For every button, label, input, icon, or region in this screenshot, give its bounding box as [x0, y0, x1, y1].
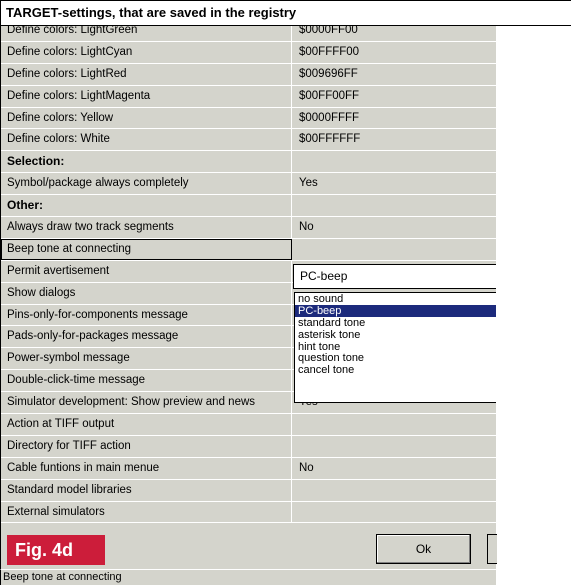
setting-name: Power-symbol message [1, 348, 292, 370]
setting-row[interactable]: Define colors: LightMagenta $00FF00FF [1, 85, 496, 108]
setting-value[interactable]: $009696FF [293, 64, 496, 85]
dropdown-option[interactable]: standard tone [295, 317, 496, 329]
setting-name: Other: [1, 195, 292, 217]
section-header-row: Other: [1, 195, 496, 218]
setting-row[interactable]: External simulators [1, 501, 496, 524]
setting-name: Always draw two track segments [1, 217, 292, 238]
setting-value[interactable]: $00FFFFFF [293, 129, 496, 150]
setting-value [293, 151, 496, 172]
setting-name: Directory for TIFF action [1, 435, 292, 457]
setting-row[interactable]: Define colors: LightCyan $00FFFF00 [1, 41, 496, 64]
setting-name: Define colors: White [1, 129, 292, 151]
setting-name: Define colors: Yellow [1, 107, 292, 129]
dialog-title: TARGET-settings, that are saved in the r… [0, 0, 571, 26]
setting-value[interactable]: $0000FF00 [293, 26, 496, 41]
setting-name: Define colors: LightGreen [1, 26, 292, 41]
setting-row[interactable]: Beep tone at connecting [1, 238, 496, 261]
setting-value[interactable]: $00FFFF00 [293, 42, 496, 63]
setting-name: Show dialogs [1, 282, 292, 304]
setting-name: Permit avertisement [1, 260, 292, 282]
setting-value[interactable]: $0000FFFF [293, 108, 496, 129]
setting-row[interactable]: Symbol/package always completely Yes [1, 173, 496, 196]
setting-row[interactable]: Directory for TIFF action [1, 435, 496, 458]
setting-name: Simulator development: Show preview and … [1, 392, 292, 414]
setting-row[interactable]: Cable funtions in main menue No [1, 457, 496, 480]
setting-name: Define colors: LightRed [1, 63, 292, 85]
setting-name: Double-click-time message [1, 370, 292, 392]
dropdown-option[interactable]: cancel tone [295, 364, 496, 376]
dialog-footer: Fig. 4d Ok [0, 524, 497, 569]
setting-name: Symbol/package always completely [1, 173, 292, 195]
setting-row[interactable]: Always draw two track segments No [1, 217, 496, 239]
dropdown-option[interactable]: hint tone [295, 341, 496, 353]
setting-row[interactable]: Define colors: Yellow $0000FFFF [1, 107, 496, 130]
setting-value[interactable] [293, 436, 496, 457]
setting-name: Beep tone at connecting [1, 238, 292, 260]
dropdown-option[interactable]: PC-beep [295, 304, 496, 317]
figure-label: Fig. 4d [7, 535, 105, 565]
status-bar: Beep tone at connecting [0, 569, 496, 585]
setting-name: Pads-only-for-packages message [1, 326, 292, 348]
setting-row[interactable]: Define colors: LightRed $009696FF [1, 63, 496, 86]
setting-name: External simulators [1, 501, 292, 523]
setting-value[interactable]: Yes [293, 173, 496, 194]
setting-value[interactable]: $00FF00FF [293, 86, 496, 107]
setting-name: Define colors: LightMagenta [1, 85, 292, 107]
dropdown-option[interactable]: question tone [295, 352, 496, 365]
dropdown-option[interactable]: asterisk tone [295, 329, 496, 341]
setting-row[interactable]: Define colors: LightGreen $0000FF00 [1, 26, 496, 42]
setting-row[interactable]: Standard model libraries [1, 479, 496, 502]
setting-value[interactable] [293, 480, 496, 501]
setting-value[interactable] [293, 414, 496, 435]
setting-name: Pins-only-for-components message [1, 304, 292, 326]
setting-name: Define colors: LightCyan [1, 41, 292, 63]
beep-tone-combo[interactable]: PC-beep [293, 264, 496, 289]
setting-name: Cable funtions in main menue [1, 457, 292, 479]
setting-name: Standard model libraries [1, 479, 292, 501]
setting-value[interactable] [293, 239, 496, 260]
setting-name: Selection: [1, 151, 292, 173]
setting-value[interactable]: No [293, 217, 496, 238]
setting-value [293, 195, 496, 216]
dropdown-option[interactable]: no sound [295, 293, 496, 305]
section-header-row: Selection: [1, 151, 496, 174]
beep-tone-dropdown-list[interactable]: no sound PC-beep standard tone asterisk ton… [294, 292, 496, 403]
settings-dialog: TARGET-settings, that are saved in the r… [0, 0, 571, 585]
setting-name: Action at TIFF output [1, 414, 292, 435]
setting-row[interactable]: Define colors: White $00FFFFFF [1, 129, 496, 152]
settings-grid: Define colors: LightGreen $0000FF00 Define… [0, 26, 496, 524]
setting-value[interactable]: No [293, 458, 496, 479]
setting-value[interactable] [293, 502, 496, 523]
cancel-button[interactable] [487, 534, 497, 564]
setting-row[interactable]: Action at TIFF output [1, 414, 496, 436]
ok-button[interactable]: Ok [376, 534, 471, 564]
